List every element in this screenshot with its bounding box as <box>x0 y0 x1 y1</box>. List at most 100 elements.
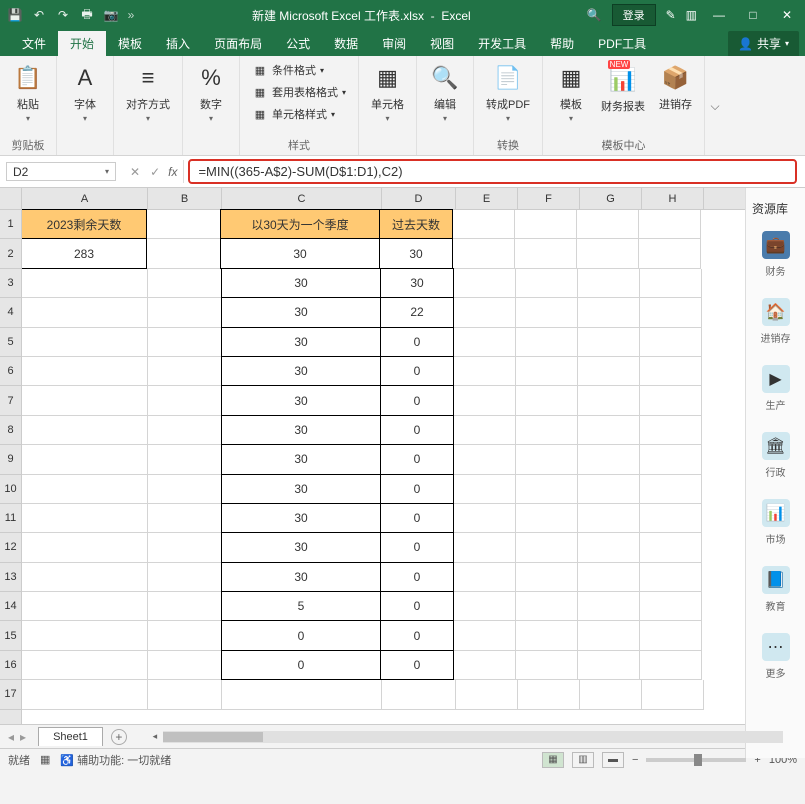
accessibility-status[interactable]: ♿ 辅助功能: 一切就绪 <box>60 752 171 768</box>
cell-C10[interactable]: 30 <box>221 474 381 504</box>
cell-D5[interactable]: 0 <box>380 327 454 357</box>
cell-E13[interactable] <box>454 563 516 592</box>
cell-D9[interactable]: 0 <box>380 444 454 474</box>
cell-D1[interactable]: 过去天数 <box>379 209 453 239</box>
cell-G12[interactable] <box>578 533 640 562</box>
qa-more-icon[interactable]: » <box>126 6 136 24</box>
cell-A14[interactable] <box>22 592 148 621</box>
cell-G14[interactable] <box>578 592 640 621</box>
cell-D13[interactable]: 0 <box>380 562 454 592</box>
name-box[interactable]: D2 ▾ <box>6 162 116 181</box>
tab-formulas[interactable]: 公式 <box>274 31 322 56</box>
cell-E3[interactable] <box>454 269 516 298</box>
templates-button[interactable]: ▦ 模板 ▾ <box>551 60 591 125</box>
resource-item-admin[interactable]: 🏛行政 <box>746 422 805 489</box>
table-format-button[interactable]: ▦套用表格格式 ▾ <box>248 82 350 102</box>
page-layout-view-button[interactable]: ▥ <box>572 752 594 768</box>
resource-item-production[interactable]: ▶生产 <box>746 355 805 422</box>
cell-C14[interactable]: 5 <box>221 591 381 621</box>
row-header[interactable]: 16 <box>0 651 21 680</box>
tab-view[interactable]: 视图 <box>418 31 466 56</box>
cell-B5[interactable] <box>148 328 222 357</box>
select-all-corner[interactable] <box>0 188 21 210</box>
add-sheet-button[interactable]: + <box>111 729 127 745</box>
undo-icon[interactable]: ↶ <box>30 6 48 24</box>
cell-G5[interactable] <box>578 328 640 357</box>
namebox-dropdown-icon[interactable]: ▾ <box>105 167 109 176</box>
finance-report-button[interactable]: NEW 📊 财务报表 <box>597 60 649 125</box>
cell-F16[interactable] <box>516 651 578 680</box>
cell-H6[interactable] <box>640 357 702 386</box>
row-header[interactable]: 12 <box>0 533 21 562</box>
save-icon[interactable]: 💾 <box>6 6 24 24</box>
cell-D8[interactable]: 0 <box>380 415 454 445</box>
cell-G4[interactable] <box>578 298 640 327</box>
row-header[interactable]: 9 <box>0 445 21 474</box>
cell-B13[interactable] <box>148 563 222 592</box>
cell-H2[interactable] <box>639 239 701 268</box>
cell-C13[interactable]: 30 <box>221 562 381 592</box>
cell-D2[interactable]: 30 <box>379 238 453 268</box>
horizontal-scrollbar[interactable]: ◂ ▸ <box>147 731 799 743</box>
login-button[interactable]: 登录 <box>612 4 656 26</box>
cell-G8[interactable] <box>578 416 640 445</box>
accept-formula-icon[interactable]: ✓ <box>150 165 160 179</box>
number-dropdown[interactable]: % 数字 ▾ <box>191 60 231 125</box>
cell-H13[interactable] <box>640 563 702 592</box>
cell-G6[interactable] <box>578 357 640 386</box>
cell-G9[interactable] <box>578 445 640 474</box>
cell-C9[interactable]: 30 <box>221 444 381 474</box>
cell-G17[interactable] <box>580 680 642 709</box>
cell-A6[interactable] <box>22 357 148 386</box>
cell-A15[interactable] <box>22 621 148 650</box>
row-header[interactable]: 2 <box>0 239 21 268</box>
cell-A10[interactable] <box>22 475 148 504</box>
cell-C12[interactable]: 30 <box>221 532 381 562</box>
zoom-out-button[interactable]: − <box>632 754 638 766</box>
cell-C17[interactable] <box>222 680 382 709</box>
cell-E7[interactable] <box>454 386 516 415</box>
cell-H15[interactable] <box>640 621 702 650</box>
cell-A11[interactable] <box>22 504 148 533</box>
cell-D11[interactable]: 0 <box>380 503 454 533</box>
search-icon[interactable]: 🔍 <box>587 8 602 22</box>
cell-A1[interactable]: 2023剩余天数 <box>22 209 147 239</box>
align-dropdown[interactable]: ≡ 对齐方式 ▾ <box>122 60 174 125</box>
hscroll-thumb[interactable] <box>163 732 263 742</box>
cells-dropdown[interactable]: ▦ 单元格 ▾ <box>367 60 408 125</box>
redo-icon[interactable]: ↷ <box>54 6 72 24</box>
cell-F4[interactable] <box>516 298 578 327</box>
cell-D10[interactable]: 0 <box>380 474 454 504</box>
cell-H8[interactable] <box>640 416 702 445</box>
col-header[interactable]: E <box>456 188 518 209</box>
cell-H1[interactable] <box>639 210 701 239</box>
cell-E1[interactable] <box>453 210 515 239</box>
cell-B2[interactable] <box>147 239 221 268</box>
cell-A12[interactable] <box>22 533 148 562</box>
resource-item-finance[interactable]: 💼财务 <box>746 221 805 288</box>
cell-E4[interactable] <box>454 298 516 327</box>
tab-help[interactable]: 帮助 <box>538 31 586 56</box>
cell-D4[interactable]: 22 <box>380 297 454 327</box>
cell-B11[interactable] <box>148 504 222 533</box>
paste-button[interactable]: 📋 粘贴 ▾ <box>8 60 48 125</box>
cell-B7[interactable] <box>148 386 222 415</box>
cell-H5[interactable] <box>640 328 702 357</box>
cell-A4[interactable] <box>22 298 148 327</box>
col-header[interactable]: B <box>148 188 222 209</box>
tab-insert[interactable]: 插入 <box>154 31 202 56</box>
cell-C1[interactable]: 以30天为一个季度 <box>220 209 380 239</box>
cell-C11[interactable]: 30 <box>221 503 381 533</box>
tab-dev[interactable]: 开发工具 <box>466 31 538 56</box>
cell-D16[interactable]: 0 <box>380 650 454 680</box>
resource-item-more[interactable]: ⋯更多 <box>746 623 805 690</box>
scroll-left-icon[interactable]: ◂ <box>147 731 163 742</box>
cell-F6[interactable] <box>516 357 578 386</box>
cell-D7[interactable]: 0 <box>380 385 454 415</box>
cell-B8[interactable] <box>148 416 222 445</box>
cell-F1[interactable] <box>515 210 577 239</box>
cell-A3[interactable] <box>22 269 148 298</box>
page-break-view-button[interactable]: ▬ <box>602 752 624 768</box>
cell-A7[interactable] <box>22 386 148 415</box>
cell-C7[interactable]: 30 <box>221 385 381 415</box>
